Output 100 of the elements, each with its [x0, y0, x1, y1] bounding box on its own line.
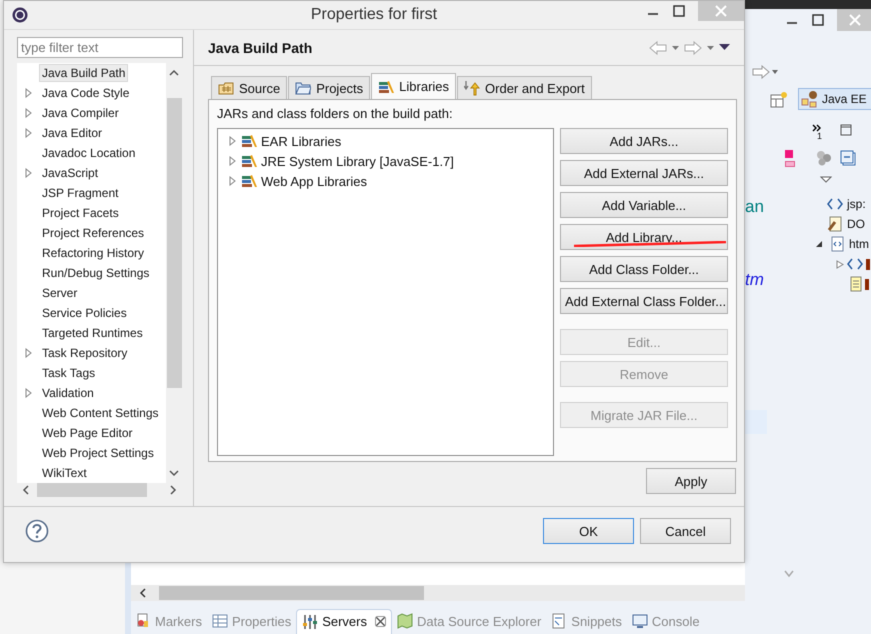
filter-field[interactable]: type filter text	[17, 37, 183, 58]
category-item[interactable]: Targeted Runtimes	[39, 324, 146, 342]
menu-icon[interactable]	[719, 44, 730, 51]
caret-icon[interactable]	[706, 44, 715, 50]
library-icon	[241, 173, 257, 189]
category-item[interactable]: Project References	[39, 224, 148, 242]
category-item[interactable]: Javadoc Location	[39, 144, 138, 162]
maximize-icon[interactable]	[811, 13, 825, 27]
category-item[interactable]: Web Page Editor	[39, 424, 136, 442]
perspective-icon	[801, 90, 819, 108]
category-item[interactable]: Java Code Style	[39, 84, 132, 102]
category-item[interactable]: Task Tags	[39, 364, 98, 382]
category-item[interactable]: Server	[39, 284, 80, 302]
perspective-button[interactable]: Java EE	[798, 88, 871, 110]
maximize-icon[interactable]	[840, 124, 852, 136]
action-button[interactable]: Add Class Folder...	[560, 256, 728, 282]
tab[interactable]: Projects	[288, 76, 370, 99]
folder-icon	[295, 80, 312, 96]
category-item[interactable]: Java Compiler	[39, 104, 122, 122]
view-tab[interactable]: Servers	[296, 608, 392, 634]
category-item[interactable]: Project Facets	[39, 204, 122, 222]
category-item[interactable]: Web Project Settings	[39, 444, 157, 462]
overflow-count: 1	[817, 131, 822, 141]
action-button[interactable]: Add Variable...	[560, 192, 728, 218]
collapsed-icon[interactable]	[24, 388, 32, 398]
monitor-icon	[632, 613, 648, 629]
collapsed-icon[interactable]	[229, 136, 237, 146]
action-button[interactable]: Add Library...	[560, 224, 728, 250]
ok-button[interactable]: OK	[543, 518, 634, 544]
collapsed-icon[interactable]	[836, 260, 844, 268]
gear-icon	[11, 6, 29, 24]
category-item[interactable]: Refactoring History	[39, 244, 148, 262]
expanded-icon[interactable]	[815, 240, 823, 248]
action-button[interactable]: Add External Class Folder...	[560, 288, 728, 314]
servers-icon	[302, 614, 318, 630]
category-item[interactable]: WikiText	[39, 464, 90, 482]
category-item[interactable]: JSP Fragment	[39, 184, 122, 202]
library-item[interactable]: Web App Libraries	[261, 174, 367, 188]
outline-item[interactable]: DO	[847, 217, 865, 231]
library-item[interactable]: EAR Libraries	[261, 134, 342, 148]
dropdown-icon[interactable]	[820, 176, 832, 184]
cancel-button[interactable]: Cancel	[640, 518, 731, 544]
code-text: an	[745, 197, 764, 217]
map-icon	[397, 613, 413, 629]
tab[interactable]: Source	[211, 76, 288, 99]
collapse-all-icon[interactable]	[840, 150, 856, 166]
outline-item[interactable]: htm	[849, 237, 870, 251]
category-item[interactable]: Java Editor	[39, 124, 106, 142]
outline-item-mark	[865, 278, 869, 290]
category-item[interactable]: JavaScript	[39, 164, 102, 182]
close-icon	[715, 5, 727, 17]
document-icon	[827, 216, 843, 232]
collapsed-icon[interactable]	[229, 176, 237, 186]
category-item[interactable]: Validation	[39, 384, 97, 402]
collapsed-icon[interactable]	[24, 168, 32, 178]
library-icon	[241, 153, 257, 169]
category-item[interactable]: Java Build Path	[39, 64, 128, 82]
tab[interactable]: Libraries	[371, 73, 456, 99]
open-perspective-icon[interactable]	[770, 91, 788, 109]
caret-icon[interactable]	[671, 44, 680, 50]
tag-icon	[847, 256, 863, 272]
error-marker	[785, 150, 793, 158]
file-icon	[829, 236, 845, 252]
outline-item-mark	[866, 258, 870, 270]
close-icon	[849, 14, 861, 26]
collapsed-icon[interactable]	[229, 156, 237, 166]
apply-button[interactable]: Apply	[646, 468, 736, 494]
table-icon	[212, 613, 228, 629]
forward-arrow-icon[interactable]	[752, 65, 778, 79]
action-button[interactable]: Add External JARs...	[560, 160, 728, 186]
close-icon[interactable]	[375, 616, 386, 627]
category-item[interactable]: Service Policies	[39, 304, 130, 322]
list-label: JARs and class folders on the build path:	[217, 106, 454, 123]
page-title: Java Build Path	[208, 40, 312, 56]
code-text: tm	[745, 270, 764, 290]
back-arrow-icon[interactable]	[649, 40, 667, 54]
gears-icon[interactable]	[816, 150, 832, 166]
maximize-icon[interactable]	[672, 4, 686, 18]
arrows-icon	[464, 80, 480, 96]
library-item[interactable]: JRE System Library [JavaSE-1.7]	[261, 154, 454, 168]
markers-icon	[135, 613, 151, 629]
tab[interactable]: Order and Export	[457, 76, 592, 99]
help-icon[interactable]	[25, 519, 49, 543]
scroll-thumb[interactable]	[166, 98, 182, 388]
library-icon	[241, 133, 257, 149]
action-button[interactable]: Add JARs...	[560, 128, 728, 154]
dialog-title: Properties for first	[310, 6, 438, 24]
category-item[interactable]: Run/Debug Settings	[39, 264, 152, 282]
warning-marker	[785, 161, 795, 167]
library-icon	[378, 78, 394, 94]
outline-item[interactable]: jsp:	[847, 197, 866, 211]
category-item[interactable]: Task Repository	[39, 344, 130, 362]
folder-grid-icon	[218, 80, 234, 96]
category-item[interactable]: Web Content Settings	[39, 404, 162, 422]
horizontal-scrollbar[interactable]	[131, 585, 745, 601]
collapsed-icon[interactable]	[24, 348, 32, 358]
tag-icon	[827, 196, 843, 212]
scroll-thumb[interactable]	[37, 483, 147, 497]
chevron-icon[interactable]	[812, 124, 822, 132]
scroll-thumb[interactable]	[159, 586, 424, 600]
